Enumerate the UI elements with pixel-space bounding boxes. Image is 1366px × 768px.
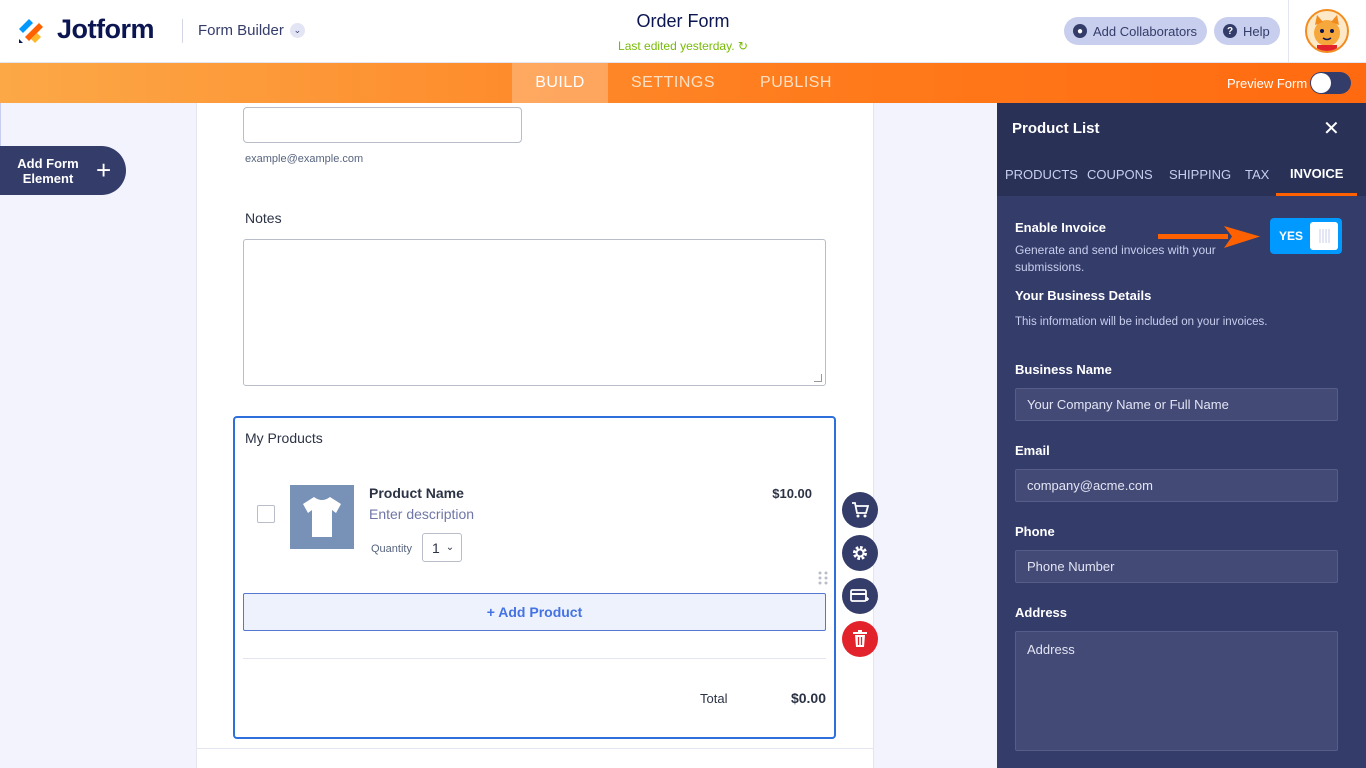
avatar-icon <box>1314 15 1340 51</box>
add-collaborators-button[interactable]: ● Add Collaborators <box>1064 17 1208 45</box>
tab-shipping[interactable]: SHIPPING <box>1169 153 1231 196</box>
business-name-placeholder: Your Company Name or Full Name <box>1027 397 1229 412</box>
field-settings-button[interactable] <box>842 535 878 571</box>
drag-handle-icon[interactable] <box>818 571 828 585</box>
product-checkbox[interactable] <box>257 505 275 523</box>
tab-publish[interactable]: PUBLISH <box>748 63 844 103</box>
delete-field-button[interactable] <box>842 621 878 657</box>
preview-form-label: Preview Form <box>1227 76 1308 91</box>
panel-header: Product List ✕ <box>997 103 1366 153</box>
business-name-label: Business Name <box>1015 362 1112 377</box>
enable-invoice-label: Enable Invoice <box>1015 220 1107 235</box>
product-list-button[interactable] <box>842 492 878 528</box>
cart-icon <box>852 502 869 518</box>
product-image <box>290 485 354 549</box>
toggle-knob <box>1311 73 1331 93</box>
products-divider <box>243 658 826 659</box>
email-label: Email <box>1015 443 1050 458</box>
tab-invoice[interactable]: INVOICE <box>1276 153 1358 196</box>
email-sublabel: example@example.com <box>245 153 364 165</box>
total-label: Total <box>700 691 728 706</box>
resize-handle-icon[interactable] <box>814 374 822 382</box>
avatar-area <box>1288 0 1366 63</box>
arrow-right-icon <box>1158 226 1260 248</box>
tab-build[interactable]: BUILD <box>512 63 608 103</box>
notes-textarea[interactable] <box>243 239 826 386</box>
email-input[interactable] <box>243 107 522 143</box>
email-field[interactable]: company@acme.com <box>1015 469 1338 502</box>
user-icon: ● <box>1073 24 1087 38</box>
product-list-panel: Product List ✕ PRODUCTS COUPONS SHIPPING… <box>997 103 1366 768</box>
chevron-down-icon: ⌄ <box>445 542 455 553</box>
phone-placeholder: Phone Number <box>1027 559 1115 574</box>
question-icon: ? <box>1223 24 1237 38</box>
quantity-value: 1 <box>432 539 440 556</box>
product-price: $10.00 <box>772 486 812 501</box>
refresh-icon: ↻ <box>737 39 748 53</box>
tab-products[interactable]: PRODUCTS <box>1005 153 1078 196</box>
toggle-value: YES <box>1279 229 1304 243</box>
phone-label: Phone <box>1015 524 1055 539</box>
builder-nav: BUILD SETTINGS PUBLISH Preview Form <box>0 63 1366 103</box>
email-placeholder: company@acme.com <box>1027 478 1153 493</box>
help-button[interactable]: ? Help <box>1214 17 1280 45</box>
address-placeholder: Address <box>1027 642 1075 657</box>
total-value: $0.00 <box>790 690 826 706</box>
business-details-label: Your Business Details <box>1015 288 1152 303</box>
business-details-help: This information will be included on you… <box>1015 316 1268 328</box>
payment-settings-button[interactable] <box>842 578 878 614</box>
quantity-label: Quantity <box>371 543 412 555</box>
products-field[interactable] <box>233 416 836 739</box>
last-edited-text: Last edited yesterday. <box>618 39 735 53</box>
add-form-element-label: Add Form Element <box>17 155 79 186</box>
tab-settings[interactable]: SETTINGS <box>620 63 726 103</box>
toggle-handle <box>1310 222 1338 250</box>
enable-invoice-toggle[interactable]: YES <box>1270 218 1342 254</box>
grip-icon <box>1319 229 1330 243</box>
address-label: Address <box>1015 605 1068 620</box>
add-form-element-button[interactable]: Add Form Element + <box>0 146 126 195</box>
canvas-bottom-border <box>196 748 874 749</box>
preview-form-toggle[interactable] <box>1310 72 1351 94</box>
close-icon[interactable]: ✕ <box>1323 116 1340 141</box>
top-header: Jotform Form Builder ⌄ Order Form Last e… <box>0 0 1366 63</box>
tab-tax[interactable]: TAX <box>1245 153 1269 196</box>
phone-field[interactable]: Phone Number <box>1015 550 1338 583</box>
panel-title: Product List <box>1012 120 1100 137</box>
plus-icon: + <box>96 155 112 185</box>
business-name-input[interactable]: Your Company Name or Full Name <box>1015 388 1338 421</box>
products-title: My Products <box>245 430 323 446</box>
tshirt-icon <box>303 497 341 537</box>
quantity-select[interactable]: 1 ⌄ <box>422 533 462 562</box>
gear-icon <box>853 546 867 560</box>
product-name: Product Name <box>369 485 464 501</box>
help-label: Help <box>1243 23 1270 39</box>
trash-icon <box>853 630 867 647</box>
tab-coupons[interactable]: COUPONS <box>1087 153 1153 196</box>
add-collaborators-label: Add Collaborators <box>1093 23 1198 39</box>
product-description: Enter description <box>369 506 475 522</box>
notes-label: Notes <box>245 210 282 226</box>
payment-card-icon <box>850 589 869 602</box>
add-product-button[interactable]: + Add Product <box>243 593 826 631</box>
avatar[interactable] <box>1305 9 1349 53</box>
panel-tabs: PRODUCTS COUPONS SHIPPING TAX INVOICE <box>997 153 1366 196</box>
address-field[interactable]: Address <box>1015 631 1338 751</box>
